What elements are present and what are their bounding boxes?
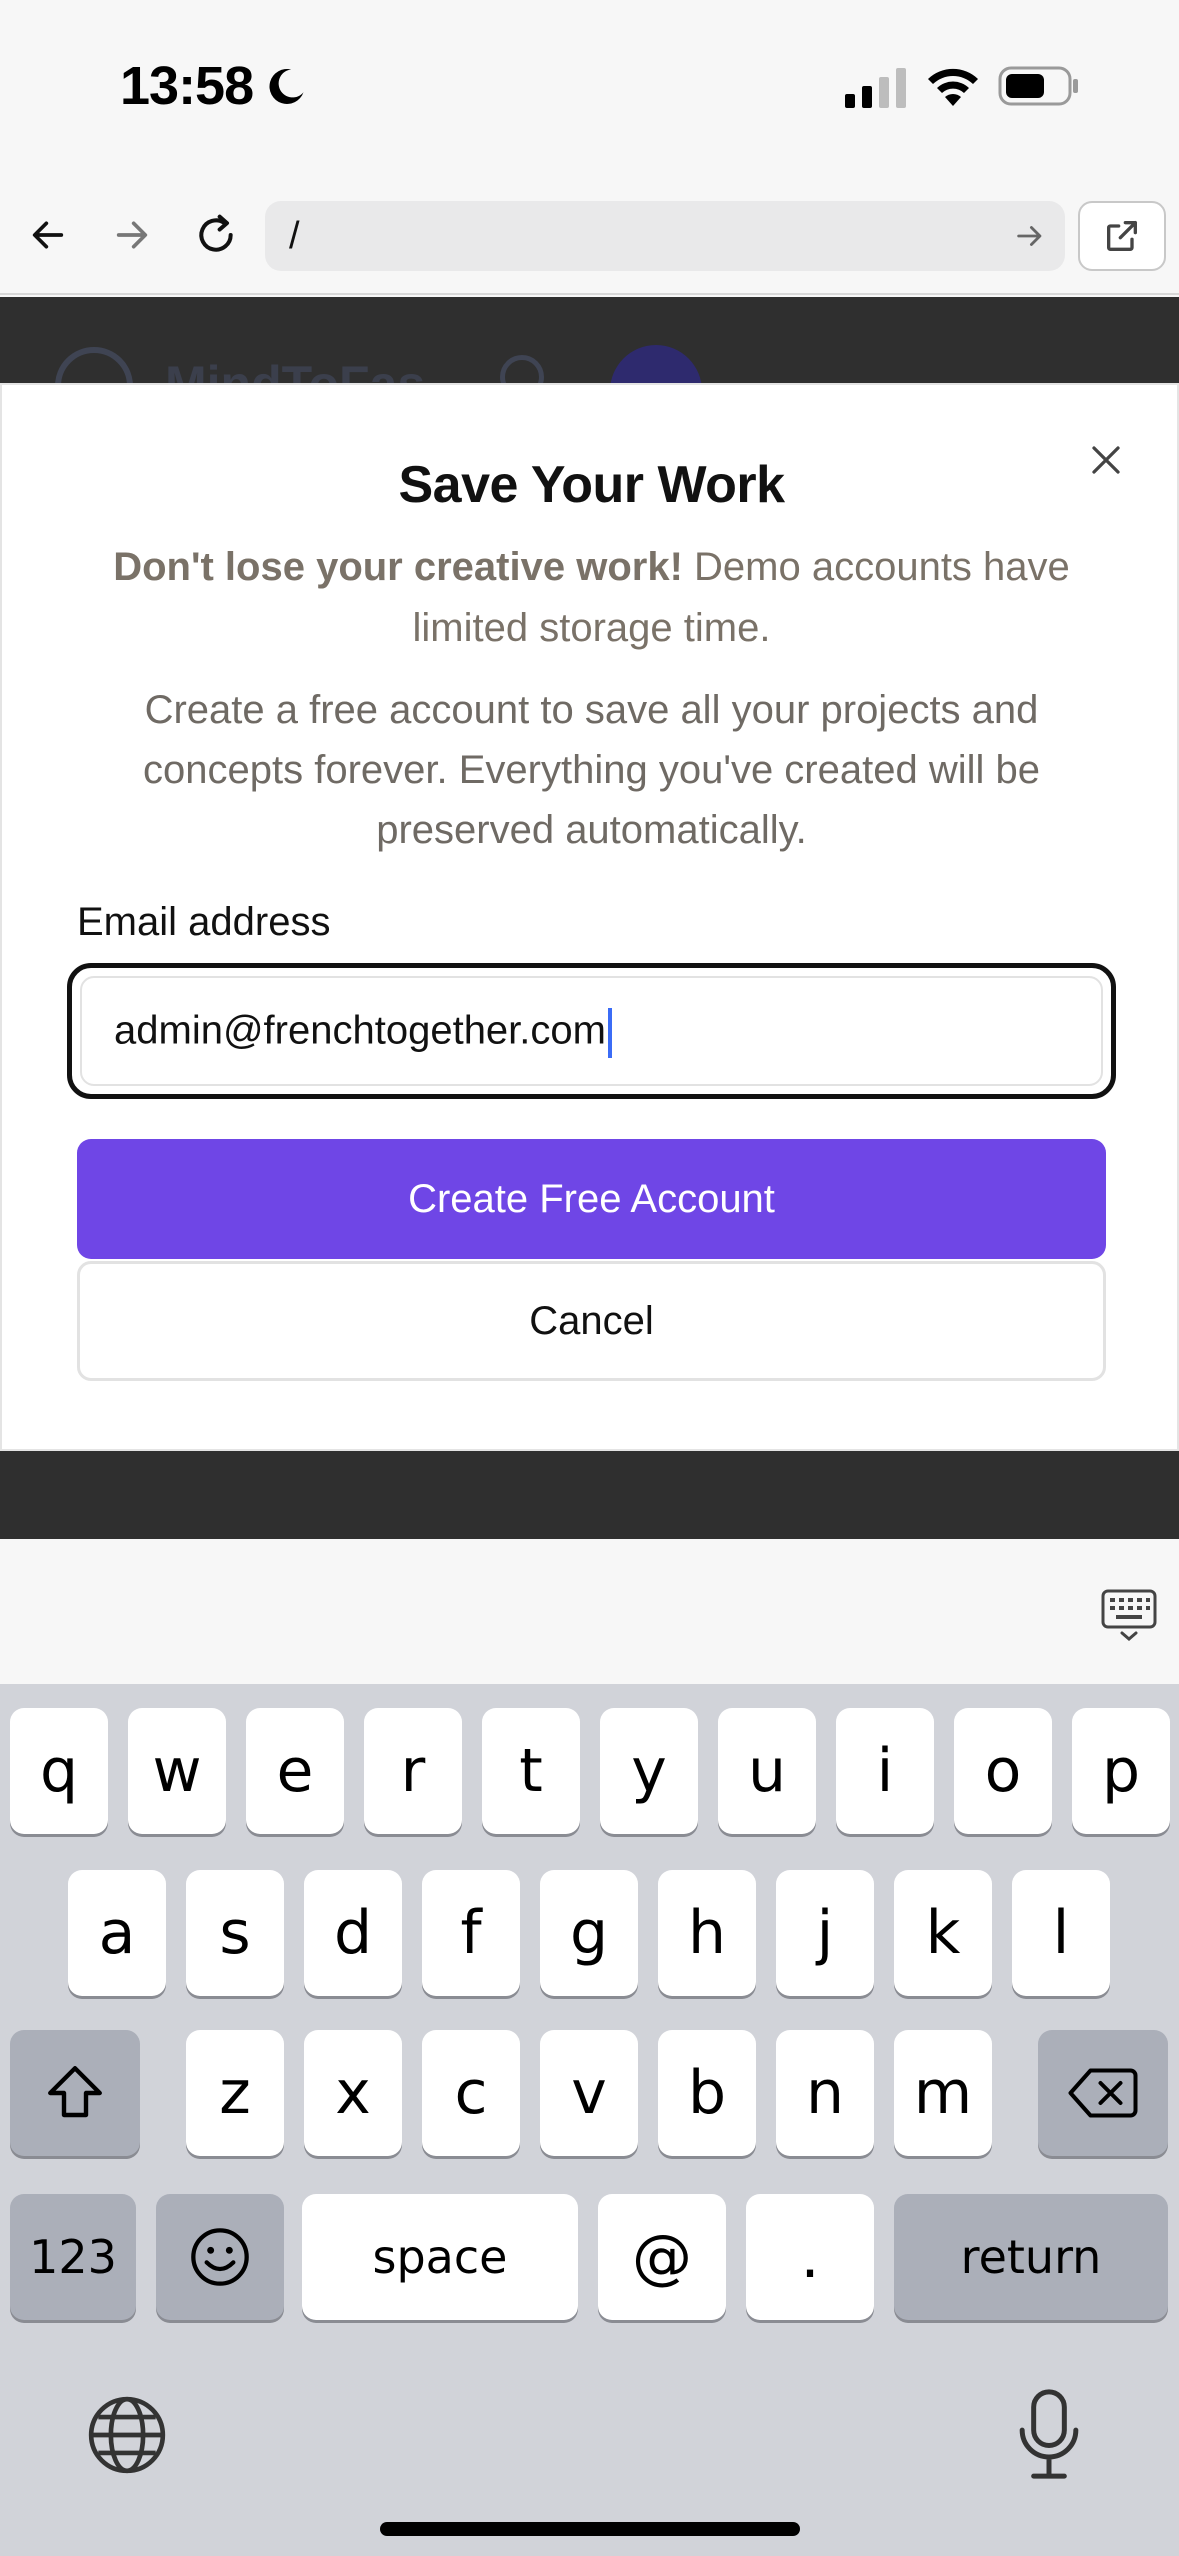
home-indicator bbox=[380, 2522, 800, 2536]
modal-description: Create a free account to save all your p… bbox=[143, 688, 1040, 852]
on-screen-keyboard: qwertyuiop asdfghjkl zxcvbnm 123 space @… bbox=[0, 1684, 1179, 2556]
key-c[interactable]: c bbox=[422, 2030, 520, 2156]
text-caret bbox=[607, 1008, 612, 1058]
key-m[interactable]: m bbox=[894, 2030, 992, 2156]
battery-icon bbox=[998, 66, 1078, 106]
forward-button[interactable] bbox=[102, 205, 162, 265]
emoji-key[interactable] bbox=[156, 2194, 284, 2320]
key-g[interactable]: g bbox=[540, 1870, 638, 1996]
wifi-icon bbox=[928, 68, 978, 106]
key-w[interactable]: w bbox=[128, 1708, 226, 1834]
key-r[interactable]: r bbox=[364, 1708, 462, 1834]
shift-icon bbox=[48, 2066, 102, 2118]
backspace-icon bbox=[1068, 2068, 1138, 2118]
key-i[interactable]: i bbox=[836, 1708, 934, 1834]
url-text: / bbox=[289, 215, 300, 257]
url-bar[interactable]: / bbox=[265, 201, 1065, 271]
microphone-icon[interactable] bbox=[1018, 2388, 1080, 2480]
globe-icon[interactable] bbox=[84, 2392, 170, 2478]
dot-key[interactable]: . bbox=[746, 2194, 874, 2320]
key-l[interactable]: l bbox=[1012, 1870, 1110, 1996]
status-bar: 13:58 bbox=[0, 0, 1179, 175]
email-value-text: admin@frenchtogether.com bbox=[114, 1008, 606, 1053]
key-p[interactable]: p bbox=[1072, 1708, 1170, 1834]
status-time: 13:58 bbox=[120, 56, 254, 116]
space-key[interactable]: space bbox=[302, 2194, 578, 2320]
open-external-button[interactable] bbox=[1078, 201, 1166, 271]
keyboard-dismiss-icon[interactable] bbox=[1100, 1585, 1158, 1643]
key-a[interactable]: a bbox=[68, 1870, 166, 1996]
return-key[interactable]: return bbox=[894, 2194, 1168, 2320]
cancel-button[interactable]: Cancel bbox=[77, 1261, 1106, 1381]
key-u[interactable]: u bbox=[718, 1708, 816, 1834]
create-account-button[interactable]: Create Free Account bbox=[77, 1139, 1106, 1259]
moon-icon bbox=[269, 68, 304, 104]
key-z[interactable]: z bbox=[186, 2030, 284, 2156]
reload-icon bbox=[199, 214, 233, 252]
emoji-icon bbox=[191, 2228, 249, 2286]
email-value: admin@frenchtogether.com bbox=[114, 1008, 612, 1058]
at-key[interactable]: @ bbox=[598, 2194, 726, 2320]
key-e[interactable]: e bbox=[246, 1708, 344, 1834]
backspace-key[interactable] bbox=[1038, 2030, 1168, 2156]
key-n[interactable]: n bbox=[776, 2030, 874, 2156]
key-o[interactable]: o bbox=[954, 1708, 1052, 1834]
save-work-modal: Save Your Work Don't lose your creative … bbox=[0, 383, 1179, 1451]
email-label: Email address bbox=[77, 900, 331, 944]
key-x[interactable]: x bbox=[304, 2030, 402, 2156]
key-j[interactable]: j bbox=[776, 1870, 874, 1996]
key-d[interactable]: d bbox=[304, 1870, 402, 1996]
shift-key[interactable] bbox=[10, 2030, 140, 2156]
back-button[interactable] bbox=[18, 205, 78, 265]
key-h[interactable]: h bbox=[658, 1870, 756, 1996]
keyboard-accessory-bar bbox=[0, 1539, 1179, 1684]
browser-toolbar: / bbox=[0, 175, 1179, 295]
go-arrow-icon[interactable] bbox=[1013, 219, 1047, 253]
external-link-icon bbox=[1107, 221, 1137, 251]
lead-bold: Don't lose your creative work! bbox=[113, 545, 683, 589]
reload-button[interactable] bbox=[186, 205, 246, 265]
key-y[interactable]: y bbox=[600, 1708, 698, 1834]
email-field[interactable]: admin@frenchtogether.com bbox=[67, 963, 1116, 1099]
numbers-key[interactable]: 123 bbox=[10, 2194, 136, 2320]
key-b[interactable]: b bbox=[658, 2030, 756, 2156]
arrow-right-icon bbox=[116, 221, 148, 249]
key-s[interactable]: s bbox=[186, 1870, 284, 1996]
arrow-left-icon bbox=[32, 221, 64, 249]
modal-title: Save Your Work bbox=[398, 456, 785, 514]
modal-lead: Don't lose your creative work! Demo acco… bbox=[102, 537, 1081, 659]
key-f[interactable]: f bbox=[422, 1870, 520, 1996]
key-k[interactable]: k bbox=[894, 1870, 992, 1996]
cellular-signal-icon bbox=[845, 68, 906, 108]
key-v[interactable]: v bbox=[540, 2030, 638, 2156]
key-t[interactable]: t bbox=[482, 1708, 580, 1834]
background-app-header: MindToFas bbox=[0, 297, 1179, 437]
key-q[interactable]: q bbox=[10, 1708, 108, 1834]
